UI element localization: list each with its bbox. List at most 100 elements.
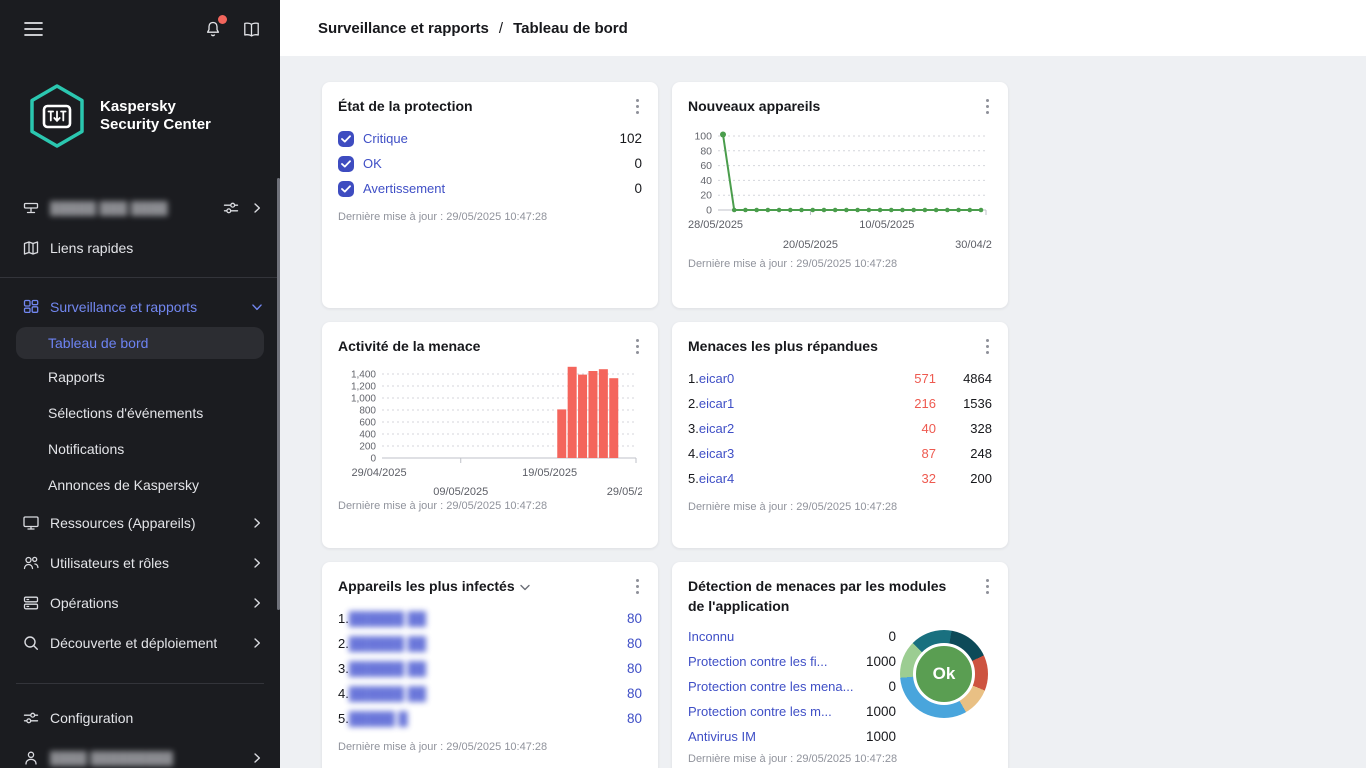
protection-value: 0: [634, 156, 642, 171]
device-name-link[interactable]: ██████ ██: [349, 661, 426, 676]
sliders-icon: [22, 709, 40, 727]
protection-row: OK 0: [338, 151, 642, 176]
threat-row: 1. eicar0 571 4864: [688, 366, 992, 391]
sidebar-item-reports[interactable]: Rapports: [0, 359, 280, 395]
threat-name-link[interactable]: eicar1: [699, 396, 734, 411]
device-name-link[interactable]: ██████ ██: [349, 611, 426, 626]
svg-text:0: 0: [370, 454, 376, 465]
sidebar-item-dashboard[interactable]: Tableau de bord: [16, 327, 264, 359]
module-name-link[interactable]: Protection contre les m...: [688, 704, 832, 719]
breadcrumb-separator: /: [499, 20, 503, 37]
card-title: Menaces les plus répandues: [688, 336, 992, 356]
svg-text:400: 400: [359, 430, 376, 441]
infections-count: 80: [627, 661, 642, 676]
sidebar-item-announcements[interactable]: Annonces de Kaspersky: [0, 467, 280, 503]
svg-text:0: 0: [706, 205, 712, 217]
infected-device-row: 1. ██████ ██ 80: [338, 606, 642, 631]
kebab-menu-icon[interactable]: [628, 96, 646, 116]
card-title: Détection de menaces par les modules de …: [688, 576, 968, 616]
chevron-right-icon: [250, 636, 264, 650]
threat-name-link[interactable]: eicar3: [699, 446, 734, 461]
checkbox-ok[interactable]: [338, 156, 354, 172]
svg-text:28/05/2025: 28/05/2025: [688, 219, 743, 231]
threat-row: 4. eicar3 87 248: [688, 441, 992, 466]
device-name-link[interactable]: █████ █: [349, 711, 408, 726]
breadcrumb: Surveillance et rapports / Tableau de bo…: [280, 0, 1366, 56]
donut-status-label: Ok: [913, 643, 975, 705]
sidebar-item-quick-links[interactable]: Liens rapides: [0, 228, 280, 268]
threat-total: 200: [936, 471, 992, 486]
sidebar-divider: [0, 277, 280, 278]
protection-label-link[interactable]: Critique: [363, 131, 408, 146]
protection-value: 0: [634, 181, 642, 196]
breadcrumb-monitoring[interactable]: Surveillance et rapports: [318, 20, 489, 37]
infected-device-row: 4. ██████ ██ 80: [338, 681, 642, 706]
sidebar-item-account[interactable]: ████ █████████: [0, 738, 280, 768]
module-value: 0: [888, 629, 896, 644]
sidebar-item-discovery[interactable]: Découverte et déploiement: [0, 623, 280, 663]
kebab-menu-icon[interactable]: [628, 336, 646, 356]
threat-name-link[interactable]: eicar2: [699, 421, 734, 436]
kebab-menu-icon[interactable]: [978, 576, 996, 596]
dashboard-content: État de la protection Critique 102 OK 0: [280, 56, 1366, 768]
device-name-link[interactable]: ██████ ██: [349, 636, 426, 651]
module-name-link[interactable]: Inconnu: [688, 629, 734, 644]
chevron-right-icon: [250, 556, 264, 570]
module-row: Protection contre les m... 1000: [688, 699, 896, 724]
sidebar-item-server[interactable]: █████ ███ ████: [0, 188, 280, 228]
module-row: Protection contre les mena... 0: [688, 674, 896, 699]
checkbox-warning[interactable]: [338, 181, 354, 197]
search-icon: [22, 634, 40, 652]
sidebar-scrollbar[interactable]: [277, 178, 280, 610]
sidebar-item-users-roles[interactable]: Utilisateurs et rôles: [0, 543, 280, 583]
last-updated: Dernière mise à jour : 29/05/2025 10:47:…: [338, 500, 642, 512]
svg-text:20: 20: [700, 190, 712, 202]
infected-device-row: 2. ██████ ██ 80: [338, 631, 642, 656]
infections-count: 80: [627, 611, 642, 626]
threat-name-link[interactable]: eicar4: [699, 471, 734, 486]
protection-label-link[interactable]: Avertissement: [363, 181, 445, 196]
sidebar-nav: █████ ███ ████ Liens rapides Surveillanc…: [0, 188, 280, 768]
title-chevron-down-icon[interactable]: [520, 578, 530, 594]
server-settings-sliders-icon[interactable]: [222, 199, 240, 217]
module-name-link[interactable]: Protection contre les fi...: [688, 654, 827, 669]
device-name-link[interactable]: ██████ ██: [349, 686, 426, 701]
card-title: Activité de la menace: [338, 336, 642, 356]
kebab-menu-icon[interactable]: [628, 576, 646, 596]
svg-text:1,200: 1,200: [351, 382, 376, 393]
card-title: État de la protection: [338, 96, 642, 116]
module-value: 1000: [866, 729, 896, 744]
chevron-right-icon: [250, 751, 264, 765]
card-top-threats: Menaces les plus répandues 1. eicar0 571…: [672, 322, 1008, 548]
guide-book-icon[interactable]: [240, 18, 262, 40]
last-updated: Dernière mise à jour : 29/05/2025 10:47:…: [688, 753, 992, 765]
module-row: Antivirus IM 1000: [688, 724, 896, 749]
threat-total: 1536: [936, 396, 992, 411]
svg-text:30/04/2025: 30/04/2025: [955, 239, 992, 251]
sidebar-item-event-selections[interactable]: Sélections d'événements: [0, 395, 280, 431]
checkbox-critical[interactable]: [338, 131, 354, 147]
detection-donut-chart: Ok: [900, 630, 988, 718]
kebab-menu-icon[interactable]: [978, 336, 996, 356]
sidebar-item-assets[interactable]: Ressources (Appareils): [0, 503, 280, 543]
sidebar-item-notifications[interactable]: Notifications: [0, 431, 280, 467]
svg-text:10/05/2025: 10/05/2025: [859, 219, 914, 231]
threat-count: 40: [876, 421, 936, 436]
card-title: Appareils les plus infectés: [338, 576, 642, 596]
sidebar-item-settings[interactable]: Configuration: [0, 698, 280, 738]
threat-count: 216: [876, 396, 936, 411]
users-icon: [22, 554, 40, 572]
server-name: █████ ███ ████: [50, 201, 168, 216]
notifications-bell-icon[interactable]: [202, 18, 224, 40]
menu-icon[interactable]: [22, 18, 44, 40]
module-name-link[interactable]: Antivirus IM: [688, 729, 756, 744]
protection-label-link[interactable]: OK: [363, 156, 382, 171]
sidebar-item-operations[interactable]: Opérations: [0, 583, 280, 623]
chevron-right-icon: [250, 516, 264, 530]
svg-text:80: 80: [700, 145, 712, 157]
sidebar-item-monitoring[interactable]: Surveillance et rapports: [0, 287, 280, 327]
threat-name-link[interactable]: eicar0: [699, 371, 734, 386]
kebab-menu-icon[interactable]: [978, 96, 996, 116]
card-detection-modules: Détection de menaces par les modules de …: [672, 562, 1008, 768]
module-name-link[interactable]: Protection contre les mena...: [688, 679, 853, 694]
